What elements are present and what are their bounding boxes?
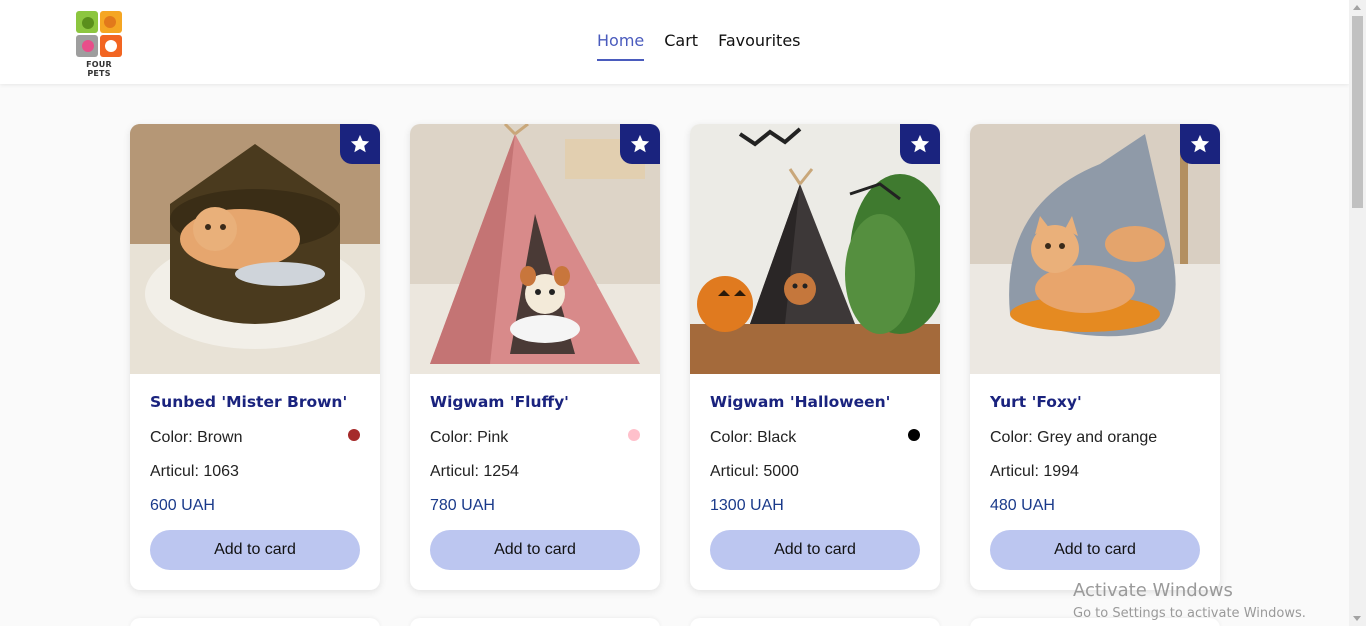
- add-to-cart-button[interactable]: Add to card: [430, 530, 640, 570]
- page-scrollbar[interactable]: [1349, 0, 1366, 626]
- product-card-partial: [690, 618, 940, 626]
- color-swatch: [628, 429, 640, 441]
- product-articul: Articul: 1063: [150, 463, 239, 480]
- product-color: Color: Grey and orange: [990, 429, 1158, 446]
- add-to-cart-button[interactable]: Add to card: [710, 530, 920, 570]
- color-swatch: [908, 429, 920, 441]
- product-image[interactable]: [690, 124, 940, 374]
- star-icon: [910, 134, 930, 153]
- watermark-subtitle: Go to Settings to activate Windows.: [1073, 606, 1306, 621]
- favourite-button[interactable]: [340, 124, 380, 164]
- star-icon: [350, 134, 370, 153]
- nav-cart[interactable]: Cart: [664, 31, 698, 61]
- watermark-title: Activate Windows: [1073, 580, 1233, 601]
- product-title[interactable]: Sunbed 'Mister Brown': [150, 393, 347, 411]
- site-header: FOUR PETS Home Cart Favourites: [0, 0, 1349, 84]
- favourite-button[interactable]: [900, 124, 940, 164]
- product-image[interactable]: [410, 124, 660, 374]
- product-color: Color: Brown: [150, 429, 243, 446]
- product-card: Wigwam 'Fluffy' Color: Pink Articul: 125…: [410, 124, 660, 590]
- product-articul: Articul: 5000: [710, 463, 799, 480]
- product-image[interactable]: [970, 124, 1220, 374]
- product-card: Sunbed 'Mister Brown' Color: Brown Artic…: [130, 124, 380, 590]
- star-icon: [1190, 134, 1210, 153]
- product-price: 600 UAH: [150, 497, 215, 514]
- windows-activation-watermark: Activate Windows Go to Settings to activ…: [1073, 580, 1306, 621]
- product-color: Color: Pink: [430, 429, 509, 446]
- brand-name: FOUR PETS: [86, 60, 112, 78]
- color-swatch: [348, 429, 360, 441]
- product-title[interactable]: Yurt 'Foxy': [990, 393, 1082, 411]
- product-title[interactable]: Wigwam 'Fluffy': [430, 393, 569, 411]
- favourite-button[interactable]: [620, 124, 660, 164]
- product-card-partial: [410, 618, 660, 626]
- product-card: Wigwam 'Halloween' Color: Black Articul:…: [690, 124, 940, 590]
- brand-logo[interactable]: FOUR PETS: [74, 9, 124, 78]
- add-to-cart-button[interactable]: Add to card: [150, 530, 360, 570]
- product-articul: Articul: 1254: [430, 463, 519, 480]
- main-nav: Home Cart Favourites: [597, 31, 801, 61]
- product-image[interactable]: [130, 124, 380, 374]
- favourite-button[interactable]: [1180, 124, 1220, 164]
- product-price: 480 UAH: [990, 497, 1055, 514]
- scroll-up-arrow-icon[interactable]: [1353, 5, 1361, 10]
- four-pets-logo-icon: [76, 11, 122, 57]
- product-card: Yurt 'Foxy' Color: Grey and orange Artic…: [970, 124, 1220, 590]
- nav-favourites[interactable]: Favourites: [718, 31, 800, 61]
- product-price: 1300 UAH: [710, 497, 784, 514]
- product-price: 780 UAH: [430, 497, 495, 514]
- product-articul: Articul: 1994: [990, 463, 1079, 480]
- star-icon: [630, 134, 650, 153]
- product-color: Color: Black: [710, 429, 797, 446]
- add-to-cart-button[interactable]: Add to card: [990, 530, 1200, 570]
- scroll-down-arrow-icon[interactable]: [1353, 616, 1361, 621]
- nav-home[interactable]: Home: [597, 31, 645, 61]
- product-title[interactable]: Wigwam 'Halloween': [710, 393, 890, 411]
- scroll-thumb[interactable]: [1352, 16, 1363, 208]
- product-card-partial: [130, 618, 380, 626]
